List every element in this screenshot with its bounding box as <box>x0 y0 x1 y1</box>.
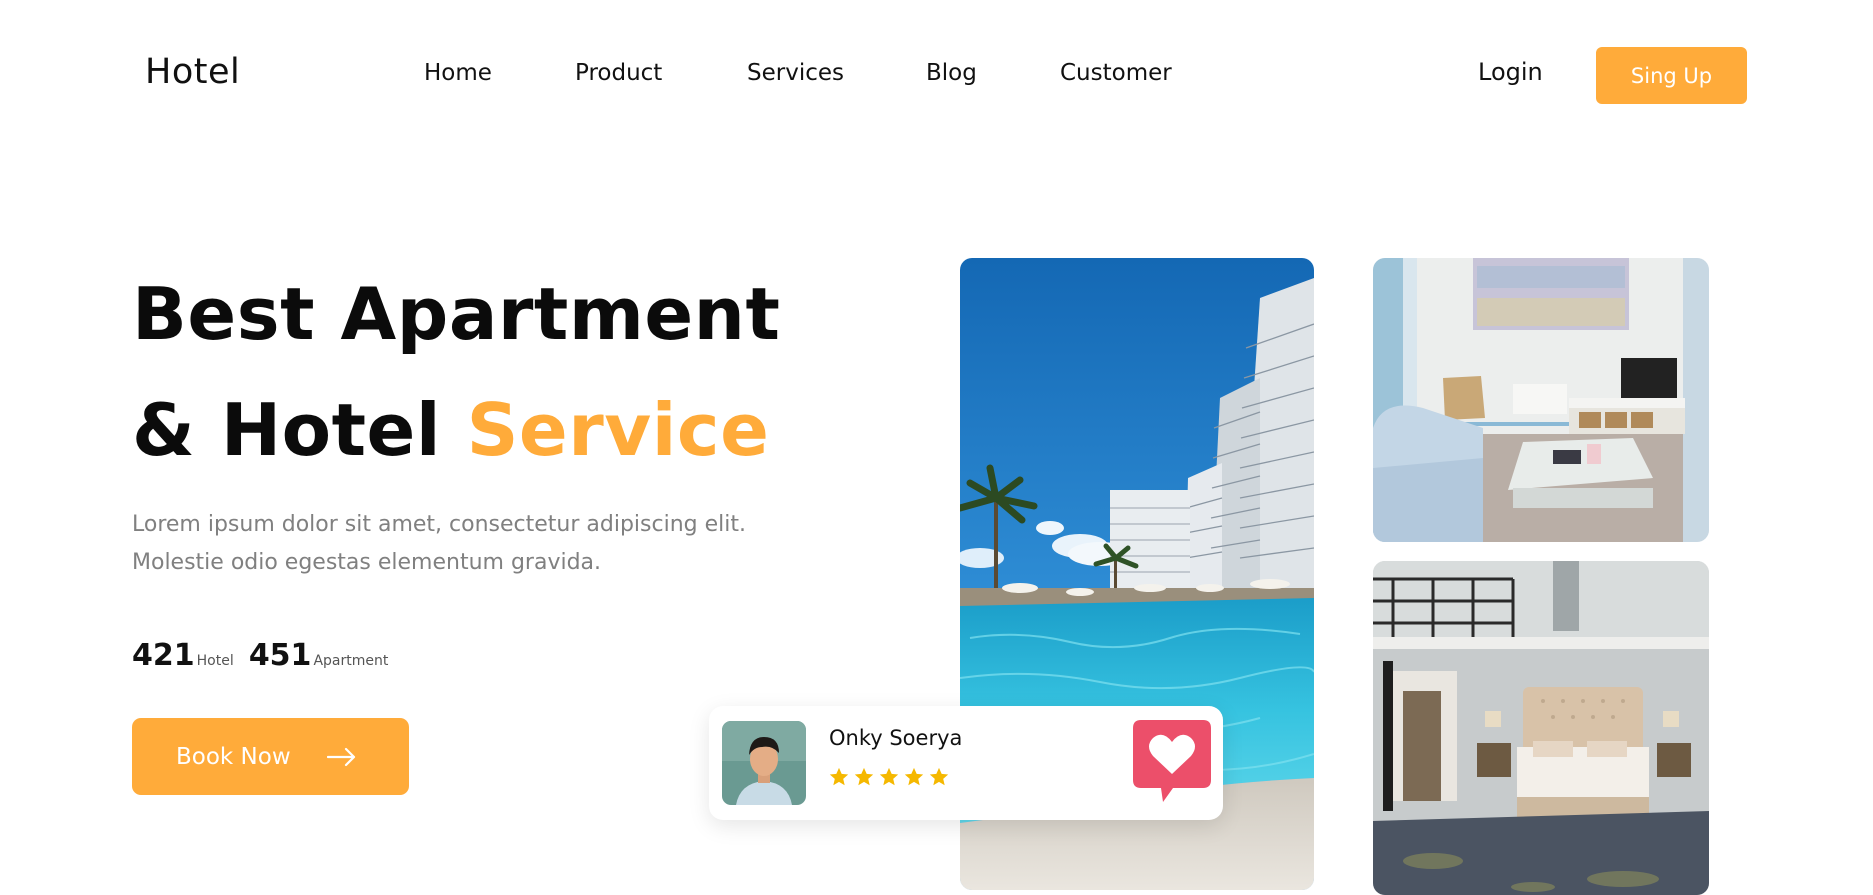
review-card: Onky Soerya <box>709 706 1223 820</box>
star-icon <box>879 767 899 786</box>
star-icon <box>829 767 849 786</box>
heart-chat-icon[interactable] <box>1133 720 1211 802</box>
rating-stars <box>828 766 950 788</box>
nav-services[interactable]: Services <box>747 60 844 86</box>
headline-prefix: & Hotel <box>132 388 467 472</box>
nav-blog[interactable]: Blog <box>926 60 977 86</box>
signup-button[interactable]: Sing Up <box>1596 47 1747 104</box>
stats: 421 Hotel 451 Apartment <box>132 638 398 673</box>
login-link[interactable]: Login <box>1478 58 1543 86</box>
star-icon <box>904 767 924 786</box>
bedroom-photo <box>1373 561 1709 895</box>
avatar <box>722 721 806 805</box>
stat-apartment-value: 451 <box>248 638 312 673</box>
nav-product[interactable]: Product <box>575 60 662 86</box>
hero-description-line2: Molestie odio egestas elementum gravida. <box>132 550 602 575</box>
stat-apartment-label: Apartment <box>313 653 389 669</box>
nav-home[interactable]: Home <box>424 60 492 86</box>
star-icon <box>929 767 949 786</box>
arrow-right-icon <box>326 747 355 766</box>
stat-hotel-value: 421 <box>132 638 195 673</box>
hero-headline-line1: Best Apartment <box>132 272 781 356</box>
main-nav: Home Product Services Blog Customer <box>0 60 1873 92</box>
nav-customer[interactable]: Customer <box>1060 60 1172 86</box>
reviewer-name: Onky Soerya <box>829 726 963 750</box>
star-icon <box>854 767 874 786</box>
book-now-button[interactable]: Book Now <box>132 718 409 795</box>
living-room-photo <box>1373 258 1709 542</box>
hero-headline-line2: & Hotel Service <box>132 388 769 472</box>
hero-description-line1: Lorem ipsum dolor sit amet, consectetur … <box>132 512 746 537</box>
headline-accent: Service <box>466 388 770 472</box>
book-now-label: Book Now <box>176 743 291 770</box>
stat-hotel-label: Hotel <box>196 653 234 669</box>
